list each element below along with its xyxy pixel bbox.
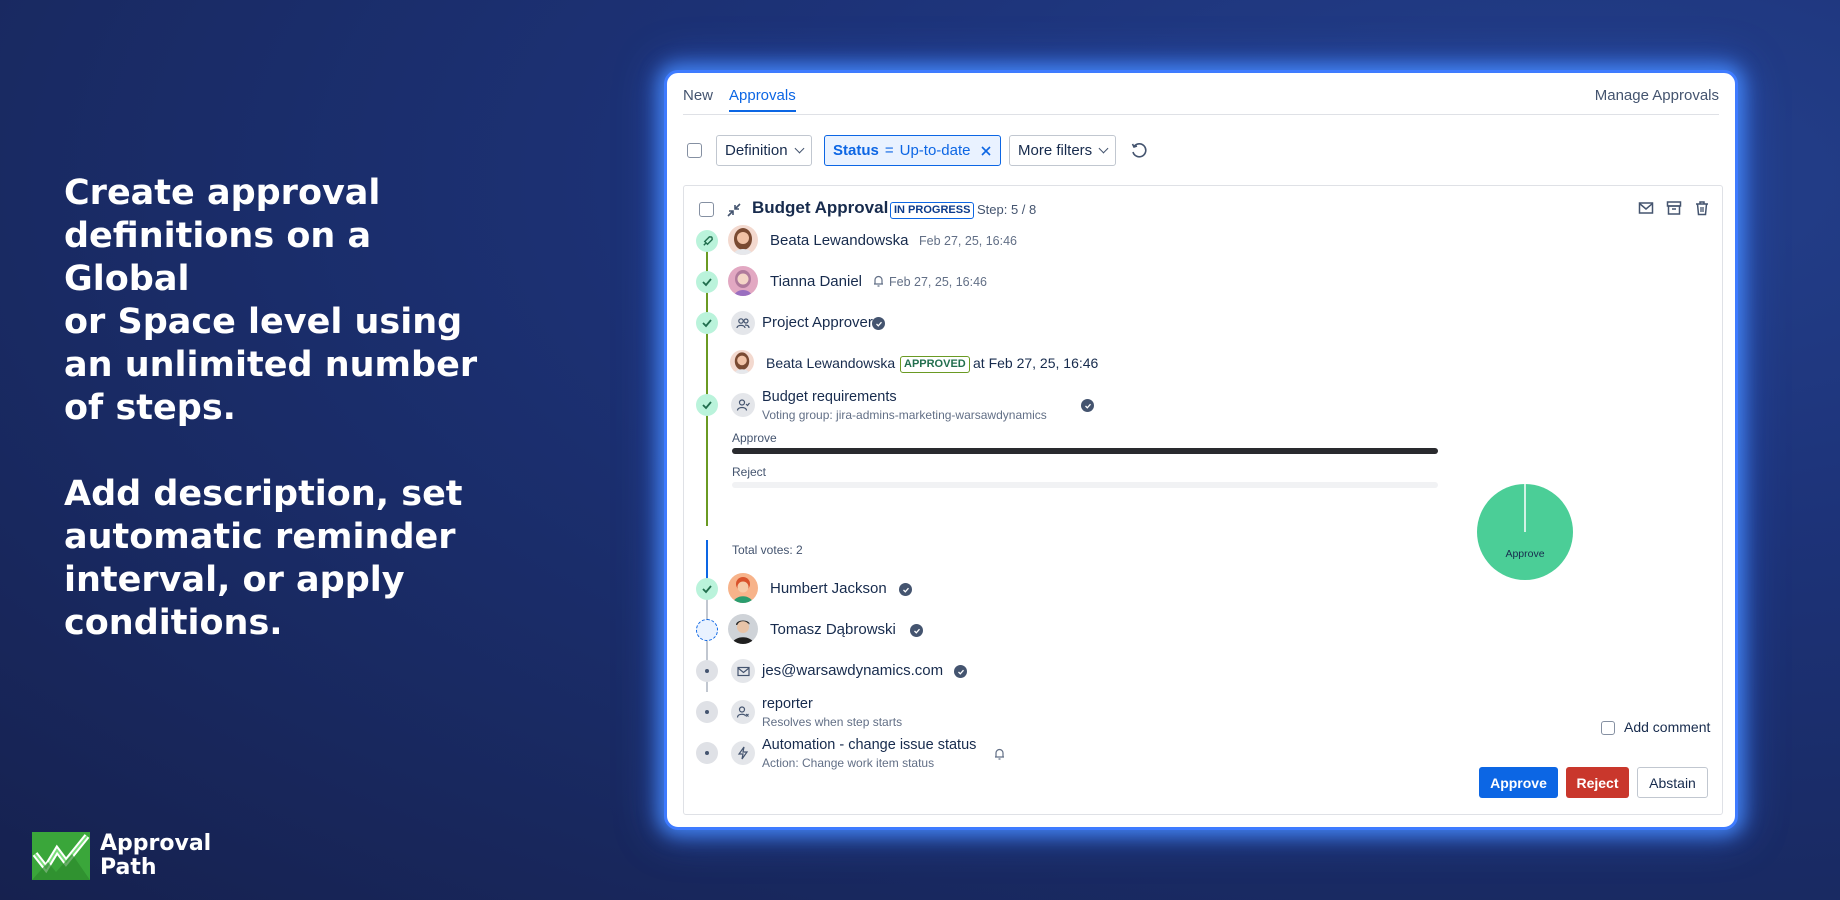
step-node-done <box>696 578 718 600</box>
step-approver-name: Humbert Jackson <box>770 580 887 597</box>
vote-reject-label: Reject <box>732 465 767 479</box>
card-actions <box>1638 200 1710 216</box>
brand-logo: Approval Path <box>32 831 212 880</box>
verified-icon <box>899 583 912 596</box>
approval-title: Budget Approval <box>752 198 889 217</box>
step-node-pending <box>696 701 718 723</box>
status-filter-key: Status <box>833 142 879 159</box>
approve-button[interactable]: Approve <box>1479 767 1558 798</box>
total-votes: Total votes: 2 <box>732 543 803 557</box>
reject-vote-bar <box>732 482 1438 488</box>
rocket-icon <box>702 235 713 246</box>
step-node-current <box>696 619 718 641</box>
approval-select-checkbox[interactable] <box>699 202 714 217</box>
bell-icon <box>874 275 883 287</box>
brand-name: Approval Path <box>100 831 212 880</box>
step-automation-name: Automation - change issue status <box>762 737 977 753</box>
chevron-down-icon <box>1098 143 1109 154</box>
step-node-done <box>696 271 718 293</box>
avatar <box>728 266 758 296</box>
add-comment-checkbox[interactable] <box>1601 721 1615 735</box>
step-reporter-sub: Resolves when step starts <box>762 715 903 729</box>
status-filter-operator: = <box>884 142 894 159</box>
hero-paragraph-1: Create approval definitions on a Global … <box>64 173 478 428</box>
step-voting-group: Voting group: jira-admins-marketing-wars… <box>762 408 1047 422</box>
refresh-icon[interactable] <box>1130 142 1148 160</box>
approved-badge: APPROVED <box>900 356 970 373</box>
vote-pie-chart: Approve <box>1477 484 1573 580</box>
avatar <box>728 225 758 255</box>
approve-vote-bar-fill <box>732 448 1438 454</box>
group-member-name: Beata Lewandowska <box>766 355 896 371</box>
check-icon <box>702 319 712 328</box>
select-all-checkbox[interactable] <box>687 143 702 158</box>
chevron-down-icon <box>794 143 804 154</box>
definition-filter-label: Definition <box>725 142 788 159</box>
tab-approvals[interactable]: Approvals <box>729 87 796 112</box>
manage-approvals-link[interactable]: Manage Approvals <box>1595 87 1719 104</box>
step-approver-name: Tianna Daniel <box>770 273 862 290</box>
more-filters-label: More filters <box>1018 142 1093 159</box>
definition-filter[interactable]: Definition <box>716 135 812 166</box>
tab-bar: New Approvals Manage Approvals <box>683 87 1719 115</box>
check-icon <box>702 585 712 594</box>
reporter-icon <box>731 700 755 724</box>
check-icon <box>702 401 712 410</box>
timeline-line-current <box>706 540 708 580</box>
step-timestamp: Feb 27, 25, 16:46 <box>889 275 987 289</box>
lightning-icon <box>731 741 755 765</box>
abstain-button[interactable]: Abstain <box>1637 767 1708 798</box>
step-reporter-name: reporter <box>762 696 813 712</box>
step-approver-name: Tomasz Dąbrowski <box>770 621 896 638</box>
status-filter-value: Up-to-date <box>899 142 971 159</box>
step-email-approver: jes@warsawdynamics.com <box>762 662 944 679</box>
status-badge: IN PROGRESS <box>890 202 975 219</box>
step-voting-name: Budget requirements <box>762 389 897 405</box>
approval-card: Budget Approval IN PROGRESS Step: 5 / 8 … <box>683 185 1723 815</box>
approvals-panel: New Approvals Manage Approvals Definitio… <box>664 70 1738 830</box>
hero-paragraph-2: Add description, set automatic reminder … <box>64 474 463 643</box>
avatar <box>730 350 754 374</box>
status-filter[interactable]: Status = Up-to-date <box>824 135 1002 166</box>
step-node-pending <box>696 742 718 764</box>
step-timestamp: Feb 27, 25, 16:46 <box>919 234 1017 248</box>
vote-approve-label: Approve <box>732 431 777 445</box>
verified-icon <box>872 317 885 330</box>
more-filters-button[interactable]: More filters <box>1009 135 1117 166</box>
step-counter: Step: 5 / 8 <box>977 202 1037 217</box>
archive-icon[interactable] <box>1666 200 1682 216</box>
tab-new[interactable]: New <box>683 87 713 110</box>
verified-icon <box>954 665 967 678</box>
close-icon[interactable] <box>980 145 992 157</box>
step-node-done <box>696 394 718 416</box>
reject-button[interactable]: Reject <box>1566 767 1629 798</box>
avatar <box>728 573 758 603</box>
approval-path-logo-icon <box>32 832 90 880</box>
pie-label: Approve <box>1505 548 1544 560</box>
verified-icon <box>1081 399 1094 412</box>
step-node-done <box>696 312 718 334</box>
check-icon <box>702 278 712 287</box>
add-comment-label: Add comment <box>1624 719 1711 735</box>
voting-group-icon <box>731 393 755 417</box>
approved-time: at Feb 27, 25, 16:46 <box>973 355 1099 371</box>
step-node-pending <box>696 660 718 682</box>
group-icon <box>731 311 755 335</box>
step-automation-sub: Action: Change work item status <box>762 756 935 770</box>
email-icon <box>731 659 755 683</box>
approve-vote-bar <box>732 448 1438 454</box>
collapse-icon[interactable] <box>726 202 742 218</box>
trash-icon[interactable] <box>1694 200 1710 216</box>
step-group-name: Project Approvers <box>762 314 881 331</box>
avatar <box>728 614 758 644</box>
email-icon[interactable] <box>1638 200 1654 216</box>
step-node-started <box>696 230 718 252</box>
hero-text: Create approval definitions on a Global … <box>64 172 484 688</box>
bell-icon <box>995 748 1004 760</box>
step-approver-name: Beata Lewandowska <box>770 232 909 249</box>
verified-icon <box>910 624 923 637</box>
